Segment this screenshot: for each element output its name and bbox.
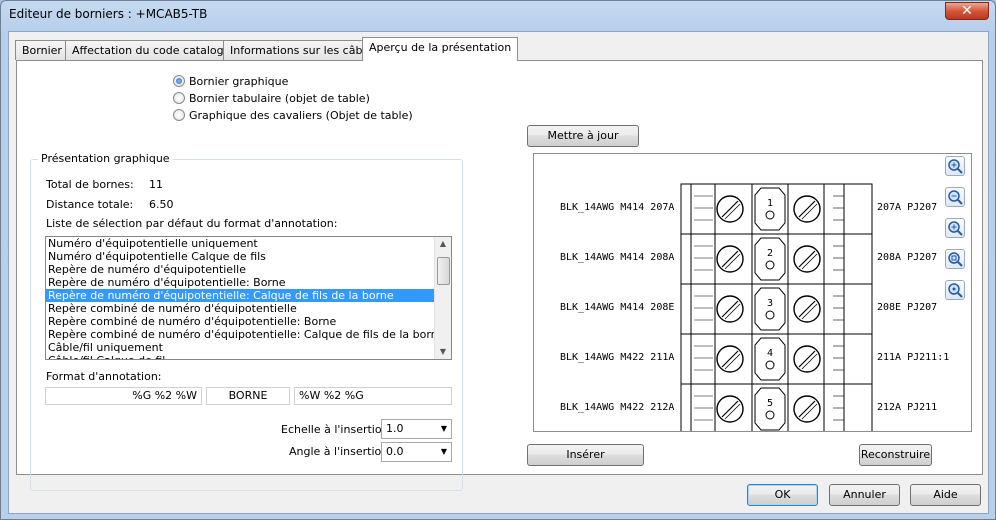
chevron-down-icon: ▼ [440, 447, 447, 456]
chevron-down-icon: ▼ [440, 424, 447, 433]
total-bornes-value: 11 [149, 178, 163, 191]
terminal-body [754, 237, 786, 281]
wire-label-left: BLK_14AWG M414 207A [560, 202, 675, 213]
wire-label-left: BLK_14AWG M422 211A [560, 352, 675, 363]
total-bornes-label: Total de bornes: [46, 178, 134, 191]
ok-button[interactable]: OK [747, 484, 818, 506]
radio-label: Graphique des cavaliers (Objet de table) [189, 108, 413, 122]
wire-label-right: 212A PJ211 [877, 402, 938, 413]
inserer-button[interactable]: Insérer [527, 444, 644, 466]
list-item[interactable]: Repère combiné de numéro d'équipotentiel… [46, 328, 444, 341]
list-item[interactable]: Câble/fil uniquement [46, 341, 434, 354]
wire-label-right: 208E PJ207 [877, 302, 938, 313]
dialog-window: Editeur de borniers : +MCAB5-TB ✕ Bornie… [0, 0, 996, 520]
radio-bornier-tabulaire[interactable]: Bornier tabulaire (objet de table) [173, 91, 370, 105]
zoom-window-icon[interactable] [945, 218, 965, 238]
echelle-label: Echelle à l'insertion: [281, 423, 393, 436]
terminal-body [754, 287, 786, 331]
format-left-field[interactable]: %G %2 %W [45, 387, 202, 405]
terminal-number: 1 [767, 198, 773, 209]
wire-label-right: 211A PJ211:1 [877, 352, 950, 363]
list-item[interactable]: Repère de numéro d'équipotentielle: Calq… [46, 289, 434, 302]
wire-label-right: 207A PJ207 [877, 202, 938, 213]
terminal-number: 3 [767, 298, 773, 309]
dialog-client-area: Bornier Affectation du code catalogue In… [8, 31, 989, 514]
format-right-field[interactable]: %W %2 %G [294, 387, 452, 405]
tab-bornier[interactable]: Bornier [15, 40, 69, 60]
zoom-out-icon[interactable] [945, 187, 965, 207]
terminal-body [754, 187, 786, 231]
scroll-up-icon[interactable]: ▲ [435, 237, 451, 251]
tab-informations-cables[interactable]: Informations sur les câbles [223, 40, 386, 60]
radio-graphique-cavaliers[interactable]: Graphique des cavaliers (Objet de table) [173, 108, 413, 122]
annotation-list-label: Liste de sélection par défaut du format … [46, 217, 338, 230]
list-item[interactable]: Repère de numéro d'équipotentielle [46, 263, 434, 276]
zoom-in-icon[interactable] [945, 156, 965, 176]
echelle-select[interactable]: 1.0 ▼ [381, 419, 452, 439]
radio-unselected-icon [173, 92, 185, 104]
wire-label-left: BLK_14AWG M414 208A [560, 252, 675, 263]
aide-button[interactable]: Aide [910, 484, 981, 506]
list-item[interactable]: Câble/fil Calque de fil [46, 354, 434, 359]
tab-apercu-presentation[interactable]: Aperçu de la présentation [362, 37, 519, 61]
terminal-body [754, 387, 786, 431]
scroll-down-icon[interactable]: ▼ [435, 345, 451, 359]
window-title: Editeur de borniers : +MCAB5-TB [9, 7, 208, 21]
terminal-number: 4 [767, 348, 773, 359]
format-annotation-label: Format d'annotation: [46, 370, 162, 383]
list-item[interactable]: Repère combiné de numéro d'équipotentiel… [46, 315, 434, 328]
radio-bornier-graphique[interactable]: Bornier graphique [173, 74, 288, 88]
list-item[interactable]: Numéro d'équipotentielle Calque de fils [46, 250, 434, 263]
angle-value: 0.0 [386, 445, 404, 458]
radio-label: Bornier tabulaire (objet de table) [189, 91, 370, 105]
terminal-body [754, 337, 786, 381]
radio-selected-icon [173, 75, 185, 87]
echelle-value: 1.0 [386, 422, 404, 435]
mettre-a-jour-button[interactable]: Mettre à jour [527, 125, 639, 147]
tab-affectation-code-catalogue[interactable]: Affectation du code catalogue [65, 40, 245, 60]
annotation-format-list[interactable]: Numéro d'équipotentielle uniquement Numér… [45, 236, 452, 360]
list-item[interactable]: Numéro d'équipotentielle uniquement [46, 237, 434, 250]
close-button[interactable]: ✕ [945, 2, 989, 20]
terminal-strip-drawing: 1 2 3 4 5 [680, 183, 873, 431]
list-scrollbar[interactable]: ▲ ▼ [434, 237, 451, 359]
distance-totale-value: 6.50 [149, 198, 174, 211]
angle-select[interactable]: 0.0 ▼ [381, 442, 452, 462]
zoom-extents-icon[interactable] [945, 249, 965, 269]
group-title: Présentation graphique [38, 152, 173, 165]
tab-panel: Bornier graphique Bornier tabulaire (obj… [16, 60, 983, 491]
scroll-thumb[interactable] [437, 257, 450, 285]
list-item[interactable]: Repère combiné de numéro d'équipotentiel… [46, 302, 434, 315]
terminal-preview: 1 2 3 4 5 BLK_14AWG M414 207A 207A PJ207 BLK_1… [533, 153, 972, 432]
list-item[interactable]: Repère de numéro d'équipotentielle: Born… [46, 276, 434, 289]
wire-label-right: 208A PJ207 [877, 252, 938, 263]
angle-label: Angle à l'insertion: [289, 445, 392, 458]
radio-unselected-icon [173, 109, 185, 121]
terminal-number: 5 [767, 398, 773, 409]
reconstruire-button[interactable]: Reconstruire [859, 444, 932, 466]
radio-label: Bornier graphique [189, 74, 289, 88]
wire-label-left: BLK_14AWG M422 212A [560, 402, 675, 413]
format-mid-field[interactable]: BORNE [206, 387, 290, 405]
annuler-button[interactable]: Annuler [829, 484, 900, 506]
wire-label-left: BLK_14AWG M414 208E [560, 302, 675, 313]
pan-icon[interactable] [945, 280, 965, 300]
terminal-number: 2 [767, 248, 773, 259]
distance-totale-label: Distance totale: [46, 198, 134, 211]
